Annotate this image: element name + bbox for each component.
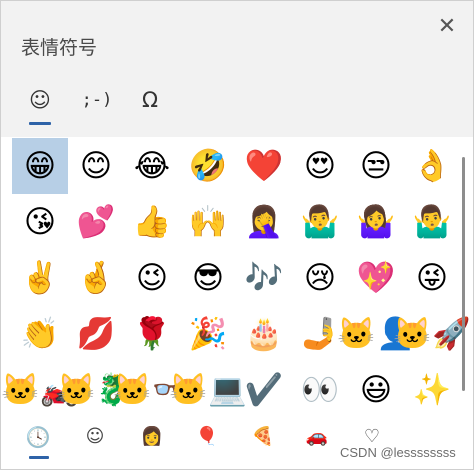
emoji-cell[interactable]: 🤷‍♀️: [348, 194, 404, 250]
category-balloon-button[interactable]: 🎈: [192, 422, 222, 452]
watermark: CSDN @lessssssss: [337, 444, 459, 461]
panel-title: 表情符号: [21, 37, 98, 59]
emoji-glyph: 🤣: [188, 147, 228, 184]
emoji-glyph: 💕: [76, 203, 116, 240]
emoji-glyph: 🙌: [188, 203, 228, 240]
emoji-cell[interactable]: 🤦‍♀️: [236, 194, 292, 250]
emoji-glyph: ✔️: [244, 371, 284, 408]
category-bar: [1, 417, 473, 469]
emoji-glyph: 😜: [415, 259, 449, 296]
emoji-glyph: 🤦‍♀️: [244, 203, 284, 240]
emoji-cell[interactable]: 💕: [68, 194, 124, 250]
emoji-glyph: ❤️: [244, 147, 284, 184]
emoji-glyph: 😘: [23, 203, 57, 240]
emoji-glyph: 🤷‍♀️: [356, 203, 396, 240]
scrollbar[interactable]: [462, 157, 465, 391]
close-icon: ✕: [437, 14, 457, 39]
emoji-cell[interactable]: 🐱‍🚀: [393, 306, 470, 362]
emoji-glyph: 💋: [76, 315, 116, 352]
emoji-cell[interactable]: 😒: [348, 138, 404, 194]
emoji-glyph: 😊: [79, 147, 113, 184]
emoji-glyph: 👌: [412, 147, 452, 184]
emoji-cell[interactable]: 🤣: [180, 138, 236, 194]
omega-icon: Ω: [141, 88, 159, 112]
emoji-cell[interactable]: 😘: [12, 194, 68, 250]
emoji-cell[interactable]: 🙌: [180, 194, 236, 250]
category-food-button[interactable]: 🍕: [248, 422, 278, 452]
emoji-glyph: 🤷‍♂️: [412, 203, 452, 240]
emoji-panel: 表情符号 ✕ ☺ ;-) Ω 😁 😊 😂 🤣 ❤️ 😍 😒 👌 😘 💕 👍 🙌 🤦‍♀️ 🤷‍♂️ 🤷‍♀️…: [0, 0, 474, 470]
emoji-cell[interactable]: 👍: [124, 194, 180, 250]
emoji-cell[interactable]: 🌹: [124, 306, 180, 362]
emoji-cell[interactable]: 🤞: [68, 250, 124, 306]
category-recent-button[interactable]: 🕓: [23, 422, 53, 452]
emoji-glyph: 👀: [300, 371, 340, 408]
emoji-cell[interactable]: ✔️: [236, 362, 292, 418]
emoji-glyph: 😃: [359, 371, 393, 408]
emoji-cell[interactable]: 😍: [292, 138, 348, 194]
clock-icon: 🕓: [25, 425, 51, 449]
category-travel-button[interactable]: 🚗: [302, 422, 332, 452]
emoji-cell[interactable]: 🎂: [236, 306, 292, 362]
emoji-glyph: 😉: [135, 259, 169, 296]
emoji-cell[interactable]: 😊: [68, 138, 124, 194]
emoji-glyph: 👍: [132, 203, 172, 240]
emoji-cell[interactable]: ✨: [404, 362, 460, 418]
emoji-cell[interactable]: 👌: [404, 138, 460, 194]
emoji-glyph: 😢: [303, 259, 337, 296]
tab-symbols[interactable]: Ω: [128, 83, 172, 119]
emoji-cell[interactable]: ❤️: [236, 138, 292, 194]
emoji-glyph: 💖: [356, 259, 396, 296]
active-tab-indicator: [29, 122, 51, 125]
emoji-cell[interactable]: 🤷‍♂️: [292, 194, 348, 250]
emoji-cell[interactable]: 😃: [348, 362, 404, 418]
emoji-cell[interactable]: 🐱‍💻: [169, 362, 246, 418]
emoji-cell[interactable]: 😢: [292, 250, 348, 306]
category-people-button[interactable]: ☺: [80, 422, 110, 452]
emoji-glyph: 😎: [191, 259, 225, 296]
emoji-glyph: 😒: [359, 147, 393, 184]
emoji-cell[interactable]: 👏: [12, 306, 68, 362]
emoji-glyph: 😂: [133, 147, 171, 184]
emoji-panel-header: 表情符号 ✕ ☺ ;-) Ω: [1, 1, 473, 137]
emoji-glyph: 🐱‍🚀: [393, 315, 471, 352]
emoji-glyph: 🤞: [76, 259, 116, 296]
emoji-cell[interactable]: 😎: [180, 250, 236, 306]
emoji-cell[interactable]: 😁: [12, 138, 68, 194]
balloon-icon: 🎈: [195, 426, 219, 447]
emoji-cell[interactable]: 💋: [68, 306, 124, 362]
emoji-cell[interactable]: 😂: [124, 138, 180, 194]
category-person-button[interactable]: 👩: [137, 422, 167, 452]
emoji-cell[interactable]: 😉: [124, 250, 180, 306]
emoji-cell[interactable]: 💖: [348, 250, 404, 306]
emoji-glyph: 👏: [20, 315, 60, 352]
emoji-glyph: ✨: [412, 371, 452, 408]
tab-emoji[interactable]: ☺: [18, 83, 62, 119]
emoji-glyph: 🎂: [244, 315, 284, 352]
emoji-glyph: 🎉: [188, 315, 228, 352]
emoji-cell[interactable]: 🤷‍♂️: [404, 194, 460, 250]
emoji-glyph: 😍: [303, 147, 337, 184]
emoji-glyph: 🤷‍♂️: [300, 203, 340, 240]
car-icon: 🚗: [305, 426, 329, 447]
emoji-cell[interactable]: 😜: [404, 250, 460, 306]
emoji-glyph: 🎶: [244, 259, 284, 296]
emoji-cell[interactable]: 🎉: [180, 306, 236, 362]
emoji-grid: 😁 😊 😂 🤣 ❤️ 😍 😒 👌 😘 💕 👍 🙌 🤦‍♀️ 🤷‍♂️ 🤷‍♀️ 🤷‍♂️ ✌️ 🤞 😉 😎 🎶 😢 💖 😜 👏 💋…: [1, 138, 471, 420]
person-icon: 👩: [140, 426, 164, 447]
smiley-outline-icon: ☺: [85, 426, 105, 447]
close-button[interactable]: ✕: [433, 13, 461, 41]
pizza-icon: 🍕: [251, 426, 275, 447]
emoji-glyph: 🌹: [132, 315, 172, 352]
active-category-indicator: [29, 456, 49, 459]
emoji-cell[interactable]: 👀: [292, 362, 348, 418]
emoji-cell[interactable]: 🎶: [236, 250, 292, 306]
emoji-glyph: 😁: [23, 147, 57, 184]
emoji-cell[interactable]: ✌️: [12, 250, 68, 306]
emoji-glyph: ✌️: [20, 259, 60, 296]
tab-kaomoji[interactable]: ;-): [75, 83, 119, 119]
kaomoji-icon: ;-): [81, 90, 113, 110]
smiley-icon: ☺: [29, 88, 51, 112]
emoji-glyph: 🤳: [300, 315, 340, 352]
